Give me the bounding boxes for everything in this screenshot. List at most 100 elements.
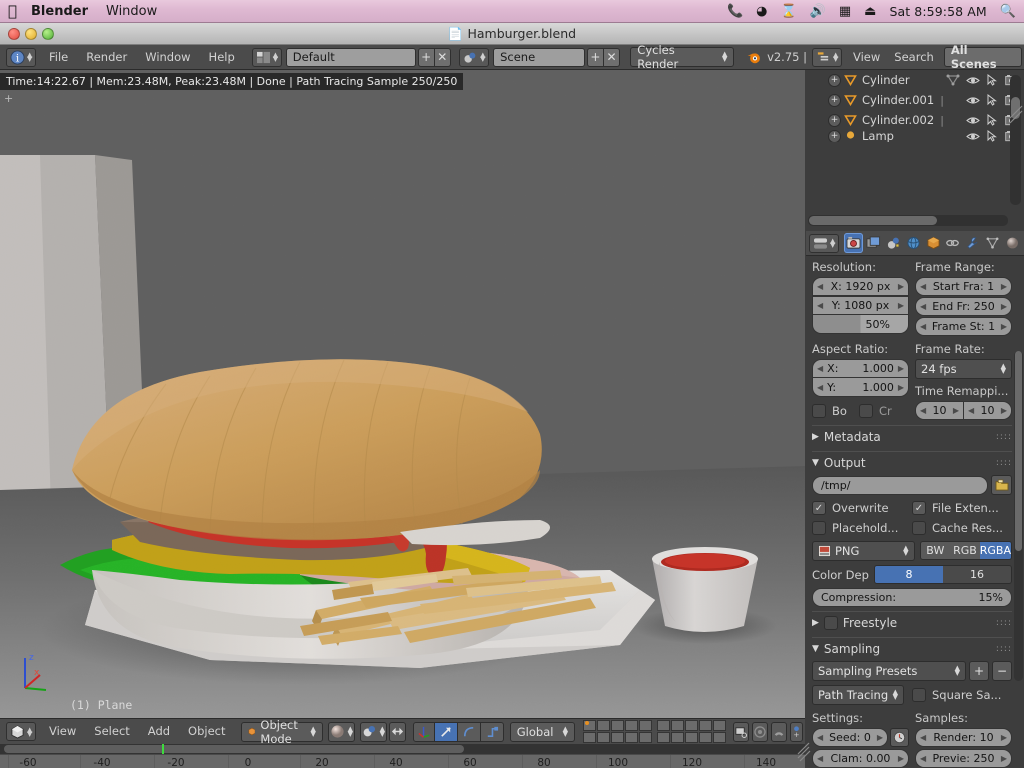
bluetooth-icon[interactable]: 📞 (727, 4, 743, 19)
expand-icon[interactable]: + (828, 73, 841, 87)
increment-icon[interactable]: ▶ (1001, 282, 1007, 291)
placeholders-row[interactable]: Placehold... (812, 518, 912, 538)
border-checkbox[interactable] (812, 404, 826, 418)
scale-manipulator-button[interactable] (480, 721, 504, 742)
output-panel-header[interactable]: ▼ Output :::: (812, 451, 1012, 473)
overwrite-row[interactable]: ✓ Overwrite (812, 498, 912, 518)
timemachine-icon[interactable]: ⌛ (780, 4, 796, 19)
area-corner-grip-outliner[interactable] (1008, 105, 1024, 127)
square-samples-checkbox[interactable] (912, 688, 926, 702)
increment-icon[interactable]: ▶ (898, 301, 904, 310)
cursor-arrow-icon[interactable] (987, 130, 998, 142)
outliner-row-cylinder-001[interactable]: + Cylinder.001 | (806, 90, 1024, 110)
eye-icon[interactable] (966, 115, 980, 126)
menubar-item-window[interactable]: Window (106, 4, 157, 19)
outliner-row-cylinder-002[interactable]: + Cylinder.002 | (806, 110, 1024, 130)
vp-menu-object[interactable]: Object (179, 719, 234, 744)
properties-tab-material[interactable] (1003, 233, 1022, 253)
editor-type-selector[interactable]: i ▲ ▼ (6, 47, 36, 67)
scrollbar-thumb[interactable] (1015, 351, 1022, 551)
freestyle-checkbox[interactable] (823, 615, 838, 630)
color-depth-8[interactable]: 8 (874, 566, 943, 583)
cache-result-row[interactable]: Cache Res... (912, 518, 1012, 538)
eye-icon[interactable] (966, 131, 980, 142)
overlay-button[interactable]: + (790, 721, 803, 742)
properties-vertical-scrollbar[interactable] (1014, 351, 1023, 681)
scrollbar-thumb[interactable] (4, 745, 464, 753)
output-path-field[interactable]: /tmp/ (812, 475, 988, 495)
compression-slider[interactable]: Compression: 15% (812, 588, 1012, 607)
increment-icon[interactable]: ▶ (1001, 302, 1007, 311)
menu-render[interactable]: Render (77, 45, 136, 70)
cursor-arrow-icon[interactable] (987, 114, 998, 126)
snap-magnet-button[interactable] (771, 721, 787, 742)
properties-tab-render-layers[interactable] (864, 233, 883, 253)
file-extensions-row[interactable]: ✓ File Exten... (912, 498, 1012, 518)
square-samples-row[interactable]: Square Sa... (912, 685, 1001, 705)
aspect-x-field[interactable]: ◀ X: 1.000 ▶ (812, 359, 909, 378)
wifi-icon[interactable]: ◕ (756, 4, 767, 19)
remove-preset-button[interactable]: − (992, 661, 1012, 681)
properties-tab-scene[interactable] (884, 233, 903, 253)
toolshelf-expand-icon[interactable]: + (4, 92, 13, 105)
cache-result-checkbox[interactable] (912, 521, 926, 535)
increment-icon[interactable]: ▶ (1001, 406, 1007, 415)
scrollbar-thumb[interactable] (809, 216, 937, 225)
clamp-direct-field[interactable]: ◀ Clam: 0.00 ▶ (812, 749, 909, 768)
properties-editor-type-selector[interactable]: ▲ ▼ (809, 233, 839, 253)
color-mode-rgb[interactable]: RGB (950, 542, 980, 559)
file-extensions-checkbox[interactable]: ✓ (912, 501, 926, 515)
frame-start-field[interactable]: ◀ Start Fra: 1 ▶ (915, 277, 1012, 296)
transform-orientation-selector[interactable]: Global ▲ ▼ (509, 721, 575, 742)
outliner-menu-search[interactable]: Search (887, 45, 941, 70)
menubar-clock[interactable]: Sat 8:59:58 AM (889, 4, 986, 19)
seed-field[interactable]: ◀ Seed: 0 ▶ (812, 728, 888, 747)
properties-tab-render[interactable] (844, 233, 863, 253)
properties-tab-world[interactable] (904, 233, 923, 253)
expand-icon[interactable]: + (828, 113, 841, 127)
expand-icon[interactable]: + (828, 93, 841, 107)
delete-scene-button[interactable]: ✕ (603, 47, 621, 67)
integrator-selector[interactable]: Path Tracing ▲ ▼ (812, 685, 904, 705)
playhead-marker[interactable] (162, 744, 164, 754)
volume-icon[interactable]: 🔊 (810, 4, 826, 19)
cursor-arrow-icon[interactable] (987, 94, 998, 106)
rotate-manipulator-button[interactable] (457, 721, 481, 742)
add-preset-button[interactable]: + (969, 661, 989, 681)
outliner-row-cylinder[interactable]: + Cylinder (806, 70, 1024, 90)
color-depth-16[interactable]: 16 (942, 566, 1011, 583)
time-remap-new-field[interactable]: ◀ 10 ▶ (964, 401, 1012, 420)
scene-browse-selector[interactable]: ▲ ▼ (459, 47, 490, 67)
resolution-y-field[interactable]: ◀ Y: 1080 px ▶ (812, 296, 909, 315)
timeline-horizontal-scrollbar[interactable] (0, 744, 805, 754)
increment-icon[interactable]: ▶ (898, 282, 904, 291)
menu-file[interactable]: File (40, 45, 77, 70)
3d-viewport[interactable]: Time:14:22.67 | Mem:23.48M, Peak:23.48M … (0, 70, 805, 718)
screen-layout-name[interactable]: Default (285, 47, 416, 67)
delete-screen-layout-button[interactable]: ✕ (434, 47, 452, 67)
crop-checkbox-row[interactable]: Cr (858, 401, 892, 421)
file-format-selector[interactable]: PNG ▲ ▼ (812, 541, 915, 561)
increment-icon[interactable]: ▶ (953, 406, 959, 415)
spotlight-search-icon[interactable]: 🔍 (1000, 4, 1016, 19)
color-mode-segments[interactable]: BW RGB RGBA (919, 541, 1012, 560)
border-checkbox-row[interactable]: Bo (812, 401, 847, 421)
vp-menu-view[interactable]: View (40, 719, 85, 744)
add-screen-layout-button[interactable]: + (417, 47, 435, 67)
increment-icon[interactable]: ▶ (877, 733, 883, 742)
crop-checkbox[interactable] (858, 404, 873, 418)
outliner-row-lamp[interactable]: + Lamp (806, 130, 1024, 142)
render-engine-selector[interactable]: Cycles Render ▲ ▼ (630, 43, 735, 71)
increment-icon[interactable]: ▶ (898, 754, 904, 763)
sampling-presets-selector[interactable]: Sampling Presets ▲ ▼ (812, 661, 966, 681)
eye-icon[interactable] (966, 95, 980, 106)
aspect-y-field[interactable]: ◀ Y: 1.000 ▶ (812, 378, 909, 397)
frame-step-field[interactable]: ◀ Frame St: 1 ▶ (915, 317, 1012, 336)
menu-window[interactable]: Window (136, 45, 199, 70)
outliner-horizontal-scrollbar[interactable] (808, 215, 1008, 226)
outliner-menu-view[interactable]: View (846, 45, 887, 70)
color-mode-rgba[interactable]: RGBA (979, 542, 1011, 559)
increment-icon[interactable]: ▶ (898, 383, 904, 392)
render-samples-field[interactable]: ◀ Render: 10 ▶ (915, 728, 1012, 747)
frame-end-field[interactable]: ◀ End Fr: 250 ▶ (915, 297, 1012, 316)
